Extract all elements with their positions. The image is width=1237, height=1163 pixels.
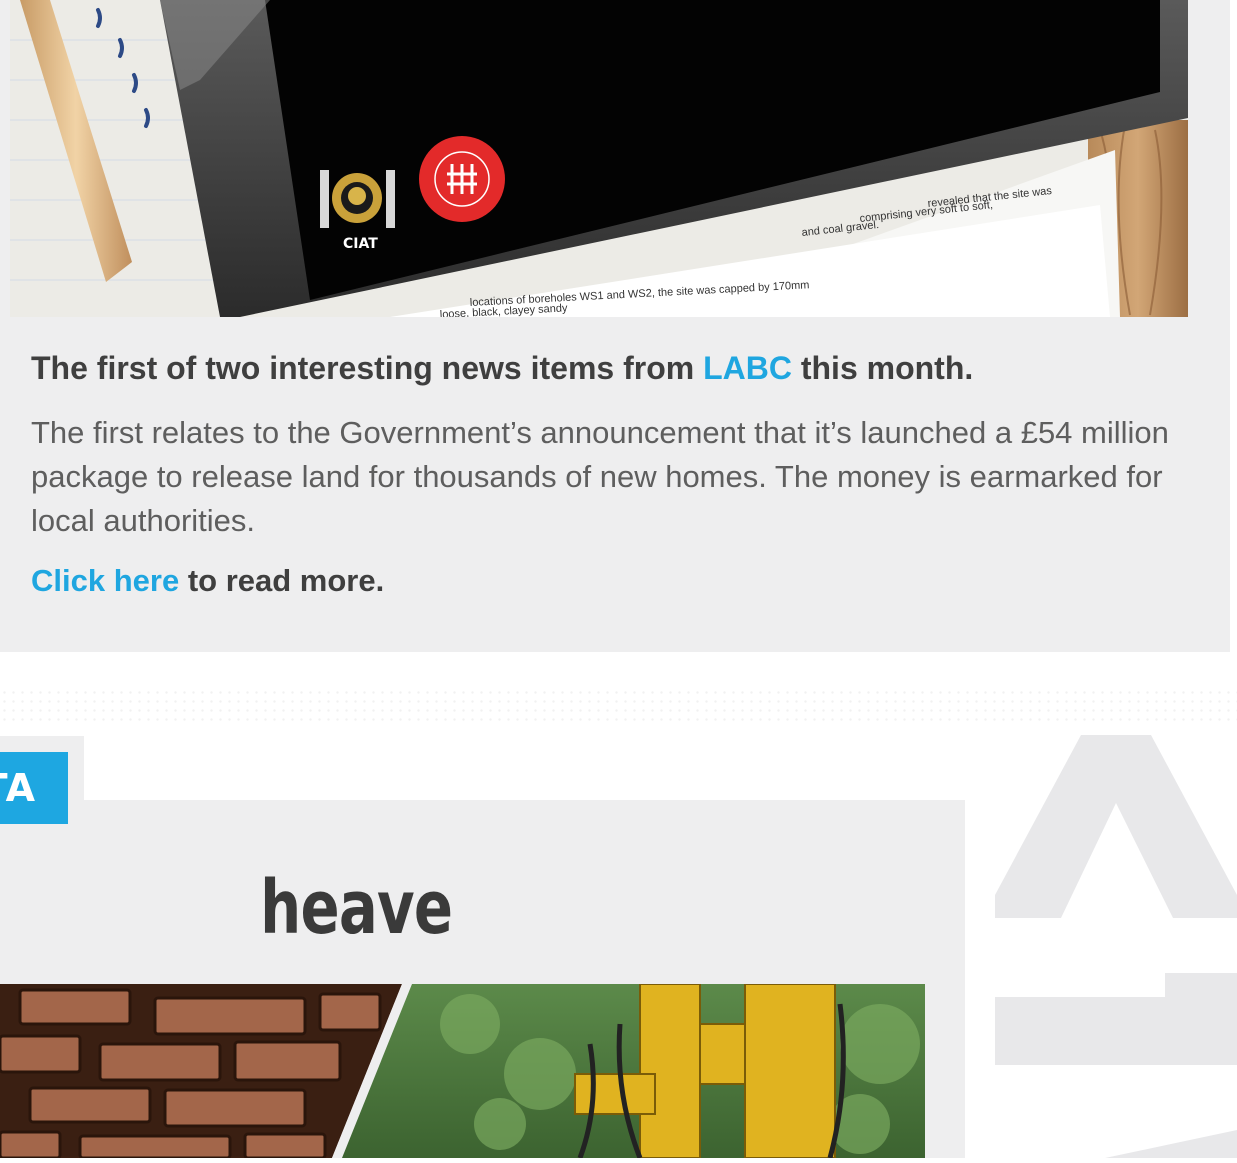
article-image <box>0 983 925 1160</box>
watermark-logo-icon <box>995 735 1237 1158</box>
news-headline: The first of two interesting news items … <box>31 350 1181 387</box>
article-title: heave <box>259 865 453 951</box>
headline-text-end: this month. <box>791 350 974 386</box>
headline-text: The first of two interesting news items … <box>31 350 704 386</box>
category-badge: TA <box>0 752 68 824</box>
click-here-link[interactable]: Click here <box>31 563 179 598</box>
read-more-line: Click here to read more. <box>31 563 384 599</box>
dotted-divider <box>0 688 1237 724</box>
news-body: The first relates to the Government’s an… <box>31 415 1169 538</box>
read-more-text: to read more. <box>179 563 385 598</box>
news-card: revealed that the site was comprising ve… <box>0 0 1230 652</box>
riba-cpd-logo <box>419 136 505 222</box>
hero-image: revealed that the site was comprising ve… <box>10 0 1188 317</box>
ciat-label: CIAT <box>343 236 378 252</box>
category-badge-label: TA <box>0 766 36 810</box>
labc-link[interactable]: LABC <box>703 350 792 386</box>
